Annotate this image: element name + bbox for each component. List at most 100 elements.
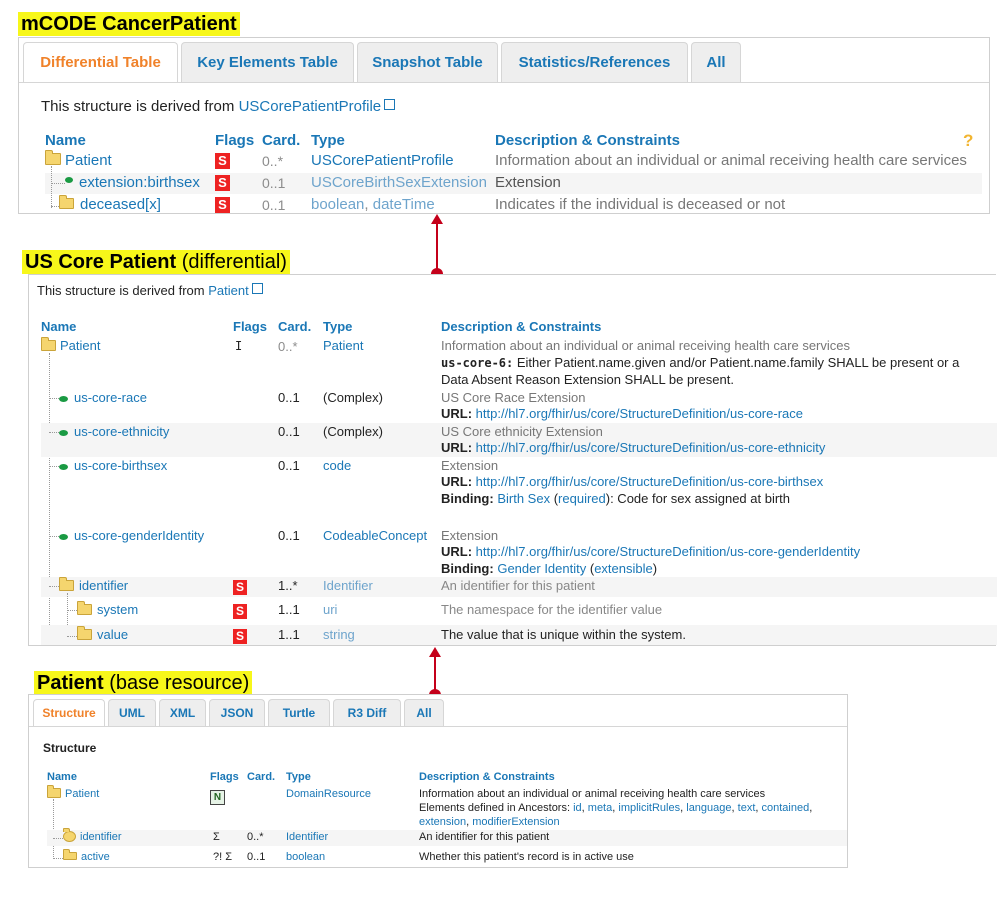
flag-normative: N [210, 790, 225, 805]
binding-link[interactable]: Gender Identity [497, 561, 586, 576]
tab-structure[interactable]: Structure [33, 699, 105, 726]
type-link[interactable]: Identifier [286, 831, 328, 843]
type-link[interactable]: Identifier [323, 578, 373, 593]
flag-s: S [215, 197, 230, 213]
tab-xml[interactable]: XML [159, 699, 206, 726]
table-row: us-core-ethnicity [59, 424, 169, 439]
tab-snapshot-table[interactable]: Snapshot Table [357, 42, 498, 82]
col-desc: Description & Constraints [441, 319, 602, 334]
tab-differential-table[interactable]: Differential Table [23, 42, 178, 82]
element-name[interactable]: system [97, 602, 138, 617]
col-name: Name [45, 132, 86, 149]
type-link[interactable]: uri [323, 602, 337, 617]
flag-invariant: I [235, 339, 243, 353]
description: Information about an individual or anima… [419, 788, 766, 800]
type-link[interactable]: DomainResource [286, 788, 371, 800]
element-name[interactable]: value [97, 627, 128, 642]
element-name[interactable]: Patient [60, 338, 100, 353]
binding-strength-link[interactable]: extensible [594, 561, 653, 576]
type-link[interactable]: Patient [323, 338, 363, 353]
element-name[interactable]: extension:birthsex [79, 174, 200, 191]
url-link[interactable]: http://hl7.org/fhir/us/core/StructureDef… [476, 474, 824, 489]
table-row: Patient [45, 150, 112, 169]
type-link-boolean[interactable]: boolean [311, 196, 364, 213]
help-icon[interactable]: ? [963, 131, 973, 151]
anc-link[interactable]: meta [588, 802, 612, 814]
tab-json[interactable]: JSON [209, 699, 265, 726]
folder-icon [59, 194, 74, 209]
flag-s: S [233, 604, 247, 619]
ancestors-cont: extension, modifierExtension [419, 816, 560, 828]
tab-turtle[interactable]: Turtle [268, 699, 330, 726]
mcode-panel: Differential Table Key Elements Table Sn… [18, 37, 990, 214]
element-name[interactable]: Patient [65, 788, 99, 800]
table-row: deceased[x] [59, 194, 161, 213]
description: The value that is unique within the syst… [441, 627, 686, 642]
type-link-datetime[interactable]: dateTime [373, 196, 435, 213]
binding-strength-link[interactable]: required [558, 491, 606, 506]
element-name[interactable]: us-core-ethnicity [74, 424, 169, 439]
type-link[interactable]: code [323, 458, 351, 473]
card: 0..* [278, 339, 298, 354]
card: 0..1 [278, 424, 300, 439]
extension-icon [59, 395, 68, 402]
description: Information about an individual or anima… [441, 338, 850, 353]
card: 0..* [247, 831, 264, 843]
element-name[interactable]: deceased[x] [80, 196, 161, 213]
primitive-icon [63, 849, 77, 861]
description: US Core Race Extension [441, 390, 586, 405]
description: The namespace for the identifier value [441, 602, 663, 617]
element-name[interactable]: us-core-birthsex [74, 458, 167, 473]
folder-icon [77, 601, 92, 616]
tab-r3-diff[interactable]: R3 Diff [333, 699, 401, 726]
tab-all[interactable]: All [404, 699, 444, 726]
url-link[interactable]: http://hl7.org/fhir/us/core/StructureDef… [476, 544, 860, 559]
extension-icon [59, 463, 68, 470]
col-type: Type [323, 319, 353, 334]
folder-icon [41, 337, 56, 352]
tab-all[interactable]: All [691, 42, 741, 82]
binding-link[interactable]: Birth Sex [497, 491, 550, 506]
arrow-line [436, 222, 438, 272]
url-link[interactable]: http://hl7.org/fhir/us/core/StructureDef… [476, 440, 826, 455]
col-card: Card. [262, 132, 301, 149]
derived-from-text: This structure is derived from Patient [37, 283, 263, 298]
anc-link[interactable]: implicitRules [618, 802, 680, 814]
mcode-tabs: Differential Table Key Elements Table Sn… [23, 42, 741, 82]
anc-link[interactable]: extension [419, 816, 466, 828]
table-row: extension:birthsex [65, 174, 200, 191]
flags: Σ [213, 831, 220, 843]
derived-from-link[interactable]: USCorePatientProfile [239, 98, 382, 115]
url-link[interactable]: http://hl7.org/fhir/us/core/StructureDef… [476, 406, 803, 421]
element-name[interactable]: identifier [80, 831, 122, 843]
description: An identifier for this patient [419, 831, 550, 843]
tab-uml[interactable]: UML [108, 699, 156, 726]
type-link[interactable]: USCoreBirthSexExtension [311, 174, 487, 191]
description: Indicates if the individual is deceased … [495, 196, 786, 213]
anc-link[interactable]: language [686, 802, 731, 814]
tab-statistics-references[interactable]: Statistics/References [501, 42, 688, 82]
table-row: us-core-genderIdentity [59, 528, 204, 543]
ancestors: Elements defined in Ancestors: id, meta,… [419, 802, 813, 814]
type-link[interactable]: boolean [286, 851, 325, 863]
element-name[interactable]: active [81, 851, 110, 863]
uscore-title: US Core Patient (differential) [22, 250, 290, 274]
tab-key-elements-table[interactable]: Key Elements Table [181, 42, 354, 82]
card: 0..1 [278, 528, 300, 543]
col-flags: Flags [210, 771, 239, 783]
type-link[interactable]: CodeableConcept [323, 528, 427, 543]
anc-link[interactable]: contained [762, 802, 810, 814]
anc-link[interactable]: text [738, 802, 756, 814]
element-name[interactable]: us-core-genderIdentity [74, 528, 204, 543]
element-name[interactable]: Patient [65, 152, 112, 169]
col-desc: Description & Constraints [419, 771, 555, 783]
type-link[interactable]: USCorePatientProfile [311, 152, 454, 169]
element-name[interactable]: us-core-race [74, 390, 147, 405]
type-link[interactable]: string [323, 627, 355, 642]
derived-from-link[interactable]: Patient [208, 283, 248, 298]
anc-link[interactable]: id [573, 802, 582, 814]
flags: ?! Σ [213, 851, 233, 863]
anc-link[interactable]: modifierExtension [472, 816, 559, 828]
element-name[interactable]: identifier [79, 578, 128, 593]
extension-icon [59, 533, 68, 540]
